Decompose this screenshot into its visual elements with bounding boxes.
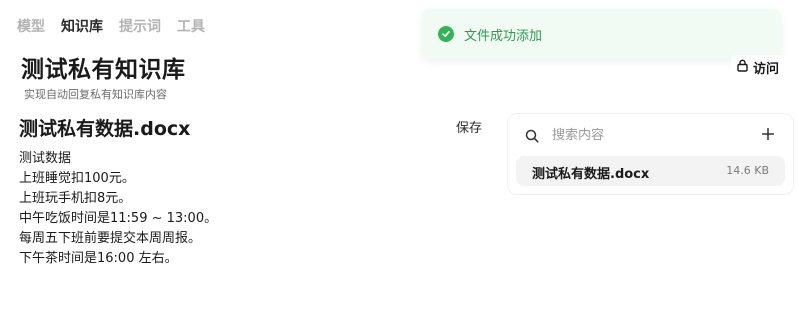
file-panel: 测试私有数据.docx 14.6 KB [507,113,794,195]
document-title: 测试私有数据.docx [19,118,191,140]
search-input[interactable] [552,124,742,146]
tab-tools[interactable]: 工具 [177,16,205,36]
search-icon [525,128,539,147]
toast-message: 文件成功添加 [464,28,543,44]
access-button[interactable]: 访问 [731,55,786,79]
file-name: 测试私有数据.docx [532,167,650,182]
file-list-item[interactable]: 测试私有数据.docx 14.6 KB [516,156,785,186]
document-content[interactable]: 测试数据 上班睡觉扣100元。 上班玩手机扣8元。 中午吃饭时间是11:59 ~… [19,149,217,269]
access-button-label: 访问 [753,61,780,77]
document-line: 上班玩手机扣8元。 [19,191,132,206]
save-button[interactable]: 保存 [456,117,482,136]
success-toast: 文件成功添加 [422,9,781,59]
check-circle-icon [438,26,454,42]
tab-models[interactable]: 模型 [17,16,45,36]
search-row [508,114,793,154]
plus-icon[interactable] [761,126,775,144]
document-line: 下午茶时间是16:00 左右。 [19,251,178,266]
document-line: 测试数据 [19,151,72,166]
file-size: 14.6 KB [726,164,769,177]
top-nav: 模型 知识库 提示词 工具 [17,16,205,36]
tab-prompts[interactable]: 提示词 [119,16,161,36]
document-line: 上班睡觉扣100元。 [19,171,135,186]
page: 模型 知识库 提示词 工具 测试私有知识库 实现自动回复私有知识库内容 测试私有… [0,0,799,328]
page-subtitle: 实现自动回复私有知识库内容 [24,88,167,101]
document-line: 中午吃饭时间是11:59 ~ 13:00。 [19,211,218,226]
lock-icon [737,59,748,76]
tab-knowledge-base[interactable]: 知识库 [61,16,103,36]
document-line: 每周五下班前要提交本周周报。 [19,231,202,246]
page-title: 测试私有知识库 [21,57,186,83]
